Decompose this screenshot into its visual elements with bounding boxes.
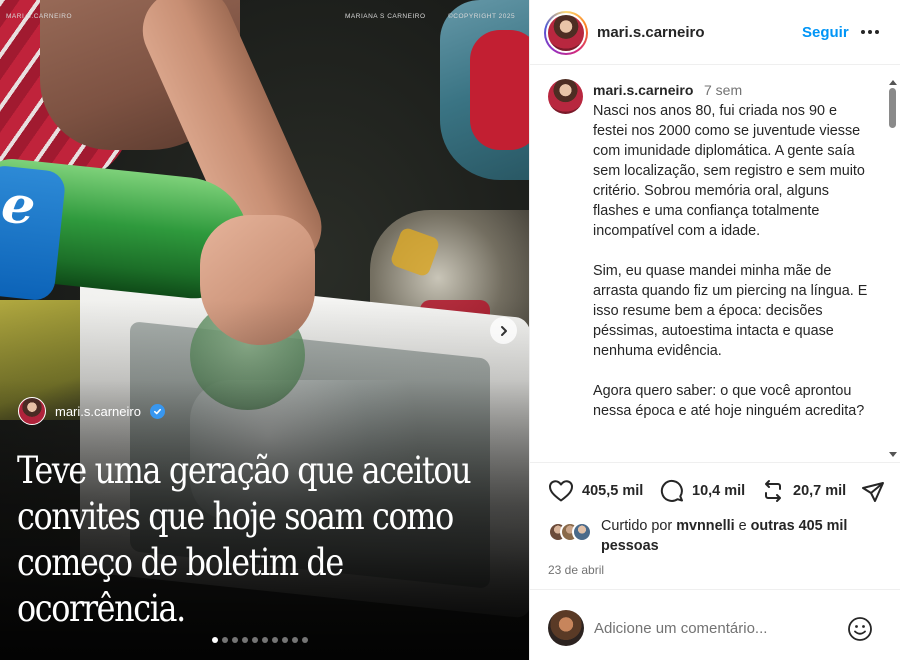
- carousel-dot: [252, 637, 258, 643]
- comment-count: 10,4 mil: [692, 483, 746, 499]
- share-button[interactable]: [861, 480, 885, 504]
- liked-by-user[interactable]: mvnnelli: [676, 518, 734, 534]
- follow-button[interactable]: Seguir: [802, 24, 849, 41]
- carousel-dot: [242, 637, 248, 643]
- carousel-dot: [212, 637, 218, 643]
- caption-paragraph: Sim, eu quase mandei minha mãe de arrast…: [593, 263, 868, 359]
- caption-area: mari.s.carneiro 7 sem Nasci nos anos 80,…: [530, 66, 900, 462]
- caption-paragraph: Agora quero saber: o que você aprontou n…: [593, 383, 865, 419]
- repost-count: 20,7 mil: [793, 483, 847, 499]
- carousel-dots: [212, 637, 308, 643]
- caption-avatar[interactable]: [548, 79, 583, 114]
- carousel-dot: [302, 637, 308, 643]
- emoji-icon[interactable]: [847, 616, 873, 642]
- chevron-right-icon: [500, 325, 507, 336]
- scroll-down-icon[interactable]: [889, 452, 897, 457]
- author-avatar[interactable]: [544, 11, 588, 55]
- comment-icon: [660, 479, 683, 502]
- carousel-dot: [262, 637, 268, 643]
- caption-paragraph: Nasci nos anos 80, fui criada nos 90 e f…: [593, 103, 865, 239]
- overlay-avatar: [18, 397, 46, 425]
- credit-middle: MARIANA S CARNEIRO: [345, 13, 426, 20]
- caption-time[interactable]: 7 sem: [704, 82, 742, 98]
- carousel-dot: [292, 637, 298, 643]
- comment-input[interactable]: [594, 616, 834, 640]
- carousel-dot: [282, 637, 288, 643]
- overlay-username: mari.s.carneiro: [55, 403, 141, 419]
- red-bag: [470, 30, 529, 150]
- post-actions: 405,5 mil 10,4 mil 20,7 mil Curtido por …: [530, 462, 900, 589]
- media-headline: Teve uma geração que aceitou convites qu…: [17, 449, 472, 630]
- like-count: 405,5 mil: [582, 483, 644, 499]
- credit-left: MARI.S.CARNEIRO: [6, 13, 73, 20]
- post-panel: mari.s.carneiro Seguir mari.s.carneiro 7…: [529, 0, 900, 660]
- liked-by-text[interactable]: Curtido por mvnnelli e outras 405 mil pe…: [601, 516, 881, 556]
- comment-box: [530, 589, 900, 660]
- carousel-dot: [222, 637, 228, 643]
- viewer-avatar: [548, 610, 584, 646]
- overlay-author: mari.s.carneiro: [18, 397, 165, 425]
- liked-by-prefix: Curtido por: [601, 518, 673, 534]
- repost-button[interactable]: 20,7 mil: [761, 479, 846, 503]
- scroll-up-icon[interactable]: [889, 80, 897, 85]
- post-date[interactable]: 23 de abril: [548, 563, 604, 577]
- comment-button[interactable]: 10,4 mil: [660, 479, 745, 503]
- liker-avatars[interactable]: [548, 522, 600, 544]
- more-options-icon[interactable]: [860, 22, 880, 42]
- heart-icon: [549, 480, 573, 502]
- caption-scrollbar[interactable]: [887, 80, 899, 462]
- repost-icon: [765, 480, 781, 502]
- credit-copyright: ©COPYRIGHT 2025: [448, 13, 516, 20]
- carousel-next-button[interactable]: [490, 317, 517, 344]
- carousel-dot: [272, 637, 278, 643]
- carousel-dot: [232, 637, 238, 643]
- caption-text: Nasci nos anos 80, fui criada nos 90 e f…: [593, 101, 875, 441]
- liked-by-connector: e: [738, 518, 747, 534]
- like-button[interactable]: 405,5 mil: [548, 479, 643, 503]
- post-header: mari.s.carneiro Seguir: [530, 0, 900, 65]
- caption-username[interactable]: mari.s.carneiro: [593, 82, 693, 98]
- post-media[interactable]: e MARI.S.CARNEIRO MARIANA S CARNEIRO ©CO…: [0, 0, 529, 660]
- verified-badge-icon: [149, 403, 165, 419]
- scrollbar-thumb[interactable]: [889, 88, 896, 128]
- author-username[interactable]: mari.s.carneiro: [597, 24, 705, 41]
- paper-plane-icon: [862, 482, 884, 502]
